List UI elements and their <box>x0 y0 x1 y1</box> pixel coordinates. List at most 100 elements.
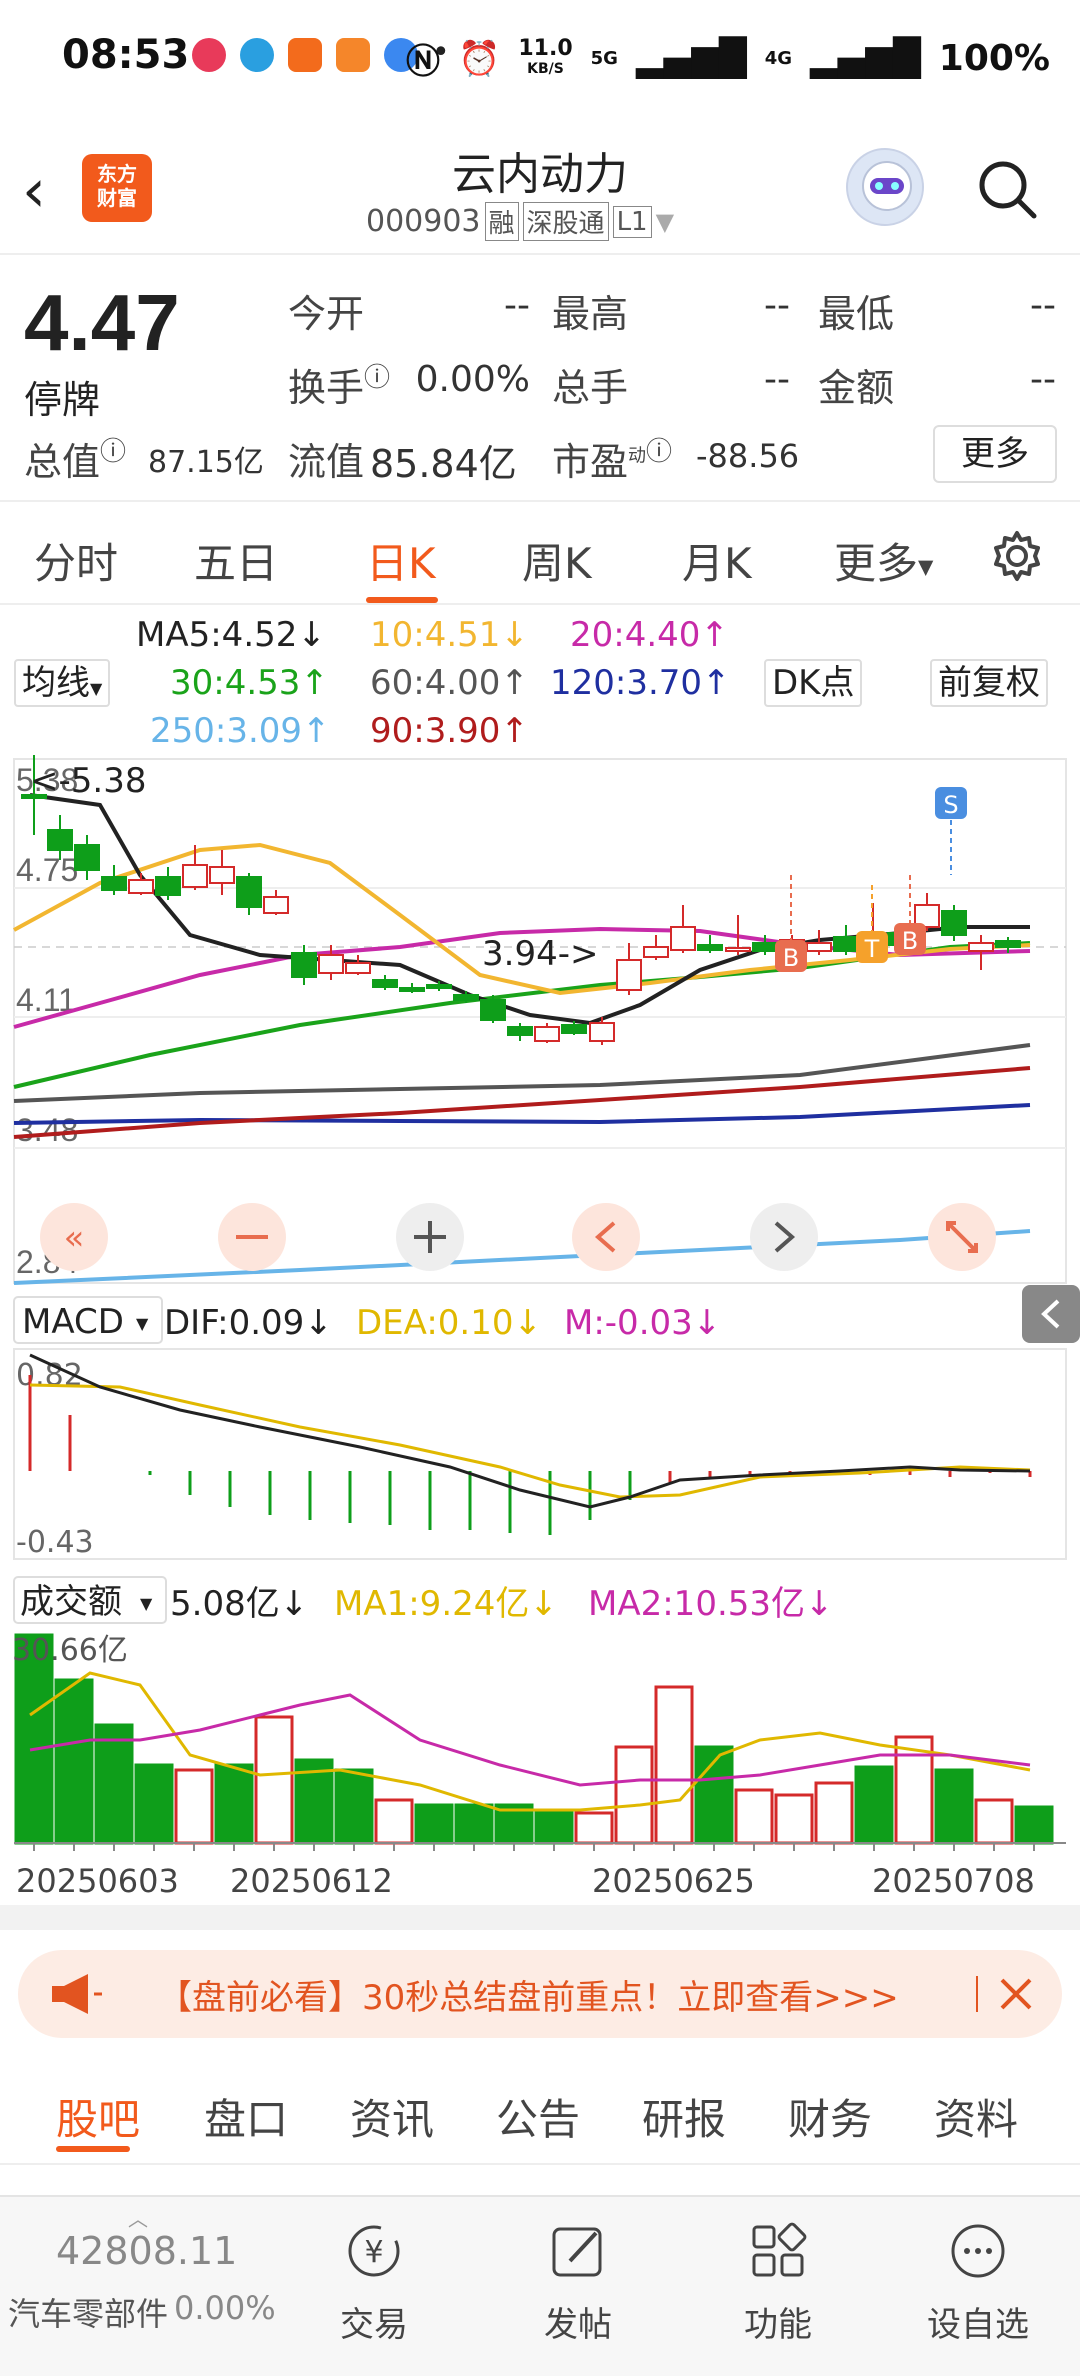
volume-axis-top: 30.66亿 <box>12 1633 128 1668</box>
app-notification-icon <box>336 38 370 72</box>
nav-post[interactable]: 发帖 <box>518 2197 638 2376</box>
tab-intraday[interactable]: 分时 <box>34 530 118 591</box>
tab-more[interactable]: 更多▼ <box>834 530 933 591</box>
volume-label: 总手 <box>552 366 629 410</box>
candle-body <box>345 962 371 974</box>
candle-body <box>752 942 778 952</box>
low-value: -- <box>1030 285 1056 326</box>
amount-value: -- <box>1030 359 1056 400</box>
adjust-selector[interactable]: 前复权 <box>930 659 1048 707</box>
candle-body <box>725 947 751 952</box>
info-icon[interactable]: ⓘ <box>646 437 672 467</box>
volume-bars <box>14 1633 1054 1845</box>
svg-text:MACD: MACD <box>22 1302 124 1342</box>
candle-body <box>128 879 154 894</box>
stock-code-row[interactable]: 000903 融 深股通 L1 ▼ <box>366 202 674 241</box>
candle-body <box>480 999 506 1021</box>
volume-bar <box>734 1788 774 1845</box>
tag-connect: 深股通 <box>522 202 609 241</box>
close-icon[interactable] <box>994 1972 1038 2016</box>
volume-bar <box>174 1768 214 1845</box>
volume-bar <box>374 1798 414 1845</box>
tab-five-day[interactable]: 五日 <box>194 530 278 591</box>
svg-text:¥: ¥ <box>364 2235 383 2270</box>
yuan-exchange-icon: ¥ <box>344 2221 404 2281</box>
pe-value: -88.56 <box>696 437 800 475</box>
nav-functions[interactable]: 功能 <box>718 2197 838 2376</box>
ma120-line <box>13 1103 1031 1125</box>
volume-bar <box>814 1781 854 1845</box>
volume-bar <box>934 1768 974 1845</box>
dk-point-selector[interactable]: DK点 <box>764 659 863 707</box>
index-widget[interactable]: ︿ 42808.11 汽车零部件 0.00% <box>0 2197 290 2376</box>
market-cap-value: 87.15亿 <box>148 445 264 480</box>
tab-forum[interactable]: 股吧 <box>56 2086 140 2147</box>
collapse-panel-button[interactable] <box>1022 1285 1080 1343</box>
telegram-icon <box>240 38 274 72</box>
info-icon[interactable]: ⓘ <box>100 437 126 467</box>
volume-bar <box>334 1768 374 1845</box>
tab-financials[interactable]: 财务 <box>788 2086 872 2147</box>
ma90-line <box>13 1066 1031 1139</box>
tab-order-book[interactable]: 盘口 <box>204 2086 288 2147</box>
nav-add-watchlist[interactable]: 设自选 <box>918 2197 1038 2376</box>
nav-functions-label: 功能 <box>744 2305 812 2345</box>
status-indicators: Ⓝ ⏰ 11.0 KB/S 5G ▂▄▆█ 4G ▂▄▆█ 100% <box>406 34 1050 83</box>
candle-body <box>101 876 127 891</box>
volume-bar <box>654 1685 694 1845</box>
settings-gear-icon[interactable] <box>990 529 1044 583</box>
macd-axis-bottom: -0.43 <box>16 1525 94 1560</box>
date-label: 20250708 <box>872 1862 1035 1900</box>
alarm-icon: ⏰ <box>458 38 501 79</box>
tab-news[interactable]: 资讯 <box>350 2086 434 2147</box>
svg-text:S: S <box>943 791 958 819</box>
ma-selector[interactable]: 均线▼ <box>14 659 111 707</box>
svg-text:B: B <box>783 944 799 972</box>
index-value: 42808.11 <box>56 2229 238 2273</box>
tab-announcements[interactable]: 公告 <box>496 2086 580 2147</box>
nav-post-label: 发帖 <box>544 2305 612 2345</box>
tab-daily-k[interactable]: 日K <box>366 530 436 591</box>
volume-bar <box>534 1811 574 1845</box>
volume-bar <box>774 1793 814 1845</box>
tab-research[interactable]: 研报 <box>642 2086 726 2147</box>
kline-chart-area[interactable]: 5.38 4.75 4.11 3.48 2.84 <-5.38 3.94-> S… <box>0 755 1080 1930</box>
turnover-label: 换手ⓘ <box>288 363 391 410</box>
app-notification-icon <box>192 38 226 72</box>
more-button[interactable]: 更多 <box>933 425 1057 483</box>
nav-trade[interactable]: ¥ 交易 <box>314 2197 434 2376</box>
candle-body <box>589 1022 615 1042</box>
candle-body <box>291 952 317 978</box>
volume-bar <box>854 1765 894 1845</box>
candlestick-series <box>21 755 1021 1045</box>
assistant-robot-icon[interactable] <box>846 148 924 226</box>
scroll-right-button[interactable] <box>750 1203 818 1271</box>
tab-profile[interactable]: 资料 <box>934 2086 1018 2147</box>
search-icon[interactable] <box>976 158 1038 220</box>
stock-header: ‹ 东方 财富 云内动力 000903 融 深股通 L1 ▼ <box>0 120 1080 255</box>
macd-selector[interactable]: MACD ▼ <box>13 1296 163 1344</box>
pe-label: 市盈动ⓘ <box>552 437 673 484</box>
volume-bar <box>134 1763 174 1845</box>
tag-level: L1 <box>612 205 652 238</box>
ma20-value: 20:4.40↑ <box>570 615 729 655</box>
info-icon[interactable]: ⓘ <box>364 363 390 393</box>
dropdown-arrow-icon: ▼ <box>918 554 934 579</box>
volume-selector[interactable]: 成交额 ▼ <box>13 1576 167 1624</box>
promo-banner[interactable]: 【盘前必看】30秒总结盘前重点！立即查看>>> <box>18 1950 1062 2038</box>
dropdown-arrow-icon: ▼ <box>136 1314 149 1333</box>
amount-label: 金额 <box>818 366 895 410</box>
candle-body <box>507 1026 533 1036</box>
ma5-line <box>29 793 1030 1026</box>
candle-body <box>643 946 669 958</box>
candle-body <box>209 866 235 884</box>
candle-body <box>263 896 289 914</box>
status-time: 08:53 <box>62 32 190 78</box>
signal-5g: 5G <box>590 48 618 69</box>
tab-weekly-k[interactable]: 周K <box>522 530 592 591</box>
date-label: 20250625 <box>592 1862 755 1900</box>
ma90-value: 90:3.90↑ <box>370 711 529 751</box>
tab-monthly-k[interactable]: 月K <box>682 530 752 591</box>
volume-value: 5.08亿↓ <box>170 1584 308 1624</box>
scroll-left-button[interactable] <box>572 1203 640 1271</box>
